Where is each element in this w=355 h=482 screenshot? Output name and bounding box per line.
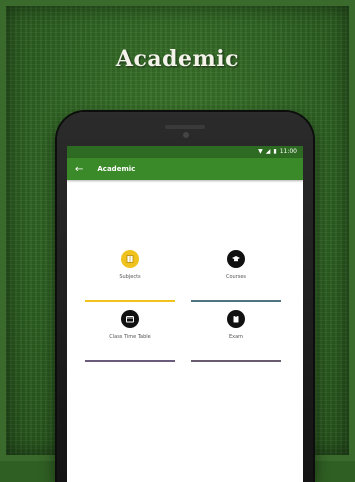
back-arrow-icon[interactable]: ← xyxy=(75,164,83,175)
status-time: 11:00 xyxy=(279,148,297,155)
tile-underline xyxy=(191,360,281,362)
tile-label: Class Time Table xyxy=(109,334,151,340)
calendar-icon xyxy=(121,310,139,328)
tile-exam[interactable]: Exam xyxy=(191,310,281,362)
battery-icon: ▮ xyxy=(273,148,277,155)
app-bar: ← Academic xyxy=(67,158,303,180)
app-bar-title: Academic xyxy=(97,165,136,173)
phone-mockup: ▼ ◢ ▮ 11:00 ← Academic Subjects Courses … xyxy=(57,112,313,482)
signal-icon: ◢ xyxy=(265,148,271,155)
tile-underline xyxy=(191,300,281,302)
wifi-icon: ▼ xyxy=(258,148,263,155)
phone-speaker xyxy=(165,125,205,129)
tile-subjects[interactable]: Subjects xyxy=(85,250,175,302)
tile-underline xyxy=(85,360,175,362)
tile-label: Courses xyxy=(225,274,247,280)
poster-headline: Academic xyxy=(115,46,240,72)
tile-label: Exam xyxy=(228,334,244,340)
phone-camera xyxy=(183,132,189,138)
book-icon xyxy=(121,250,139,268)
tile-underline xyxy=(85,300,175,302)
phone-screen: ▼ ◢ ▮ 11:00 ← Academic Subjects Courses … xyxy=(67,146,303,482)
status-bar: ▼ ◢ ▮ 11:00 xyxy=(67,146,303,158)
tile-class-time-table[interactable]: Class Time Table xyxy=(85,310,175,362)
clipboard-icon xyxy=(227,310,245,328)
tile-courses[interactable]: Courses xyxy=(191,250,281,302)
tile-label: Subjects xyxy=(119,274,141,280)
graduation-cap-icon xyxy=(227,250,245,268)
